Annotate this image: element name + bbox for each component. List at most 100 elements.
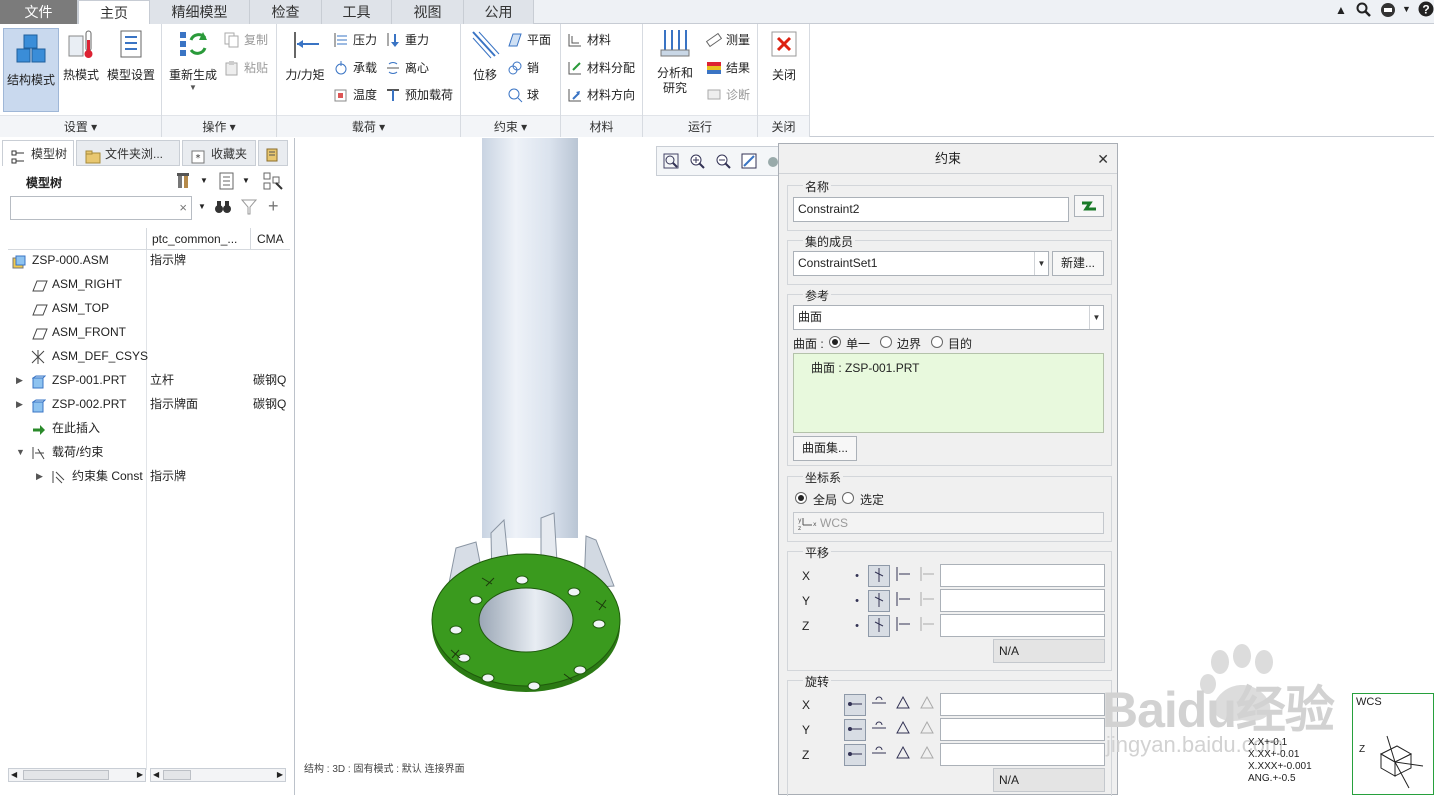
- results-button[interactable]: 结果: [706, 58, 750, 78]
- material-orientation-button[interactable]: 材料方向: [567, 85, 635, 105]
- translation-x-free-icon[interactable]: •: [846, 565, 868, 587]
- translation-y-prescribed-icon[interactable]: [892, 590, 914, 612]
- close-button[interactable]: 关闭: [764, 28, 804, 83]
- show-dropdown-icon[interactable]: ▼: [242, 176, 250, 185]
- binoculars-icon[interactable]: [214, 198, 232, 216]
- pin-constraint-button[interactable]: 销: [507, 58, 539, 78]
- tab-home[interactable]: 主页: [78, 0, 150, 25]
- gravity-button[interactable]: 重力: [385, 30, 429, 50]
- bearing-button[interactable]: 承载: [333, 58, 377, 78]
- tree-hscrollbar-left[interactable]: ◀ ▶: [8, 768, 146, 782]
- repaint-icon[interactable]: [741, 153, 757, 169]
- search-dropdown-icon[interactable]: ▼: [198, 202, 206, 211]
- reference-item[interactable]: 曲面 : ZSP-001.PRT: [811, 359, 919, 376]
- collapse-arrow-icon[interactable]: ▼: [16, 440, 28, 464]
- tree-row-asm-def-csys[interactable]: ASM_DEF_CSYS: [0, 344, 288, 368]
- group-operations-label[interactable]: 操作 ▾: [162, 115, 276, 137]
- pressure-button[interactable]: 压力: [333, 30, 377, 50]
- rotation-y-free-icon[interactable]: [844, 719, 866, 741]
- copy-button[interactable]: 复制: [224, 30, 268, 50]
- tree-row-zsp-002[interactable]: ▶ ZSP-002.PRT 指示牌面 碳钢Q: [0, 392, 288, 416]
- paste-button[interactable]: 粘贴: [224, 58, 268, 78]
- translation-z-free-icon[interactable]: •: [846, 615, 868, 637]
- tab-inspect[interactable]: 检查: [250, 0, 322, 24]
- tree-row-asm-front[interactable]: ASM_FRONT: [0, 320, 288, 344]
- tab-refine-model[interactable]: 精细模型: [150, 0, 250, 24]
- expand-arrow-icon[interactable]: ▶: [16, 368, 28, 392]
- rotation-x-function-icon[interactable]: [916, 694, 938, 716]
- tab-view[interactable]: 视图: [392, 0, 464, 24]
- settings-dropdown-icon[interactable]: ▼: [200, 176, 208, 185]
- rotation-z-fixed-icon[interactable]: [868, 744, 890, 766]
- rotation-z-prescribed-icon[interactable]: [892, 744, 914, 766]
- clear-search-icon[interactable]: ×: [179, 200, 187, 215]
- measure-button[interactable]: 测量: [705, 30, 750, 50]
- translation-z-input[interactable]: [940, 614, 1105, 637]
- tree-row-asm-right[interactable]: ASM_RIGHT: [0, 272, 288, 296]
- zoom-out-icon[interactable]: [715, 153, 731, 169]
- tree-filter-icon[interactable]: [262, 171, 284, 191]
- settings-tools-icon[interactable]: [176, 172, 194, 190]
- rotation-x-input[interactable]: [940, 693, 1105, 716]
- thermal-mode-button[interactable]: 热模式: [60, 28, 102, 83]
- tab-layer[interactable]: [258, 140, 288, 166]
- tree-row-insert-here[interactable]: 在此插入: [0, 416, 288, 440]
- material-button[interactable]: 材料: [567, 30, 611, 50]
- column-ptc-common[interactable]: ptc_common_...: [152, 232, 237, 246]
- surface-set-button[interactable]: 曲面集...: [793, 436, 857, 461]
- new-set-button[interactable]: 新建...: [1052, 251, 1104, 276]
- plane-constraint-button[interactable]: 平面: [507, 30, 551, 50]
- radio-intent[interactable]: [931, 336, 943, 348]
- translation-x-input[interactable]: [940, 564, 1105, 587]
- group-loads-label[interactable]: 载荷 ▾: [277, 115, 460, 137]
- temperature-button[interactable]: 温度: [333, 85, 377, 105]
- translation-z-fixed-icon[interactable]: [868, 615, 890, 637]
- preload-button[interactable]: 预加载荷: [385, 85, 453, 105]
- rotation-x-prescribed-icon[interactable]: [892, 694, 914, 716]
- search-icon[interactable]: [1356, 2, 1372, 18]
- diagnose-button[interactable]: 诊断: [706, 85, 750, 105]
- tab-file[interactable]: 文件: [0, 0, 78, 24]
- rotation-x-free-icon[interactable]: [844, 694, 866, 716]
- centrifugal-button[interactable]: 离心: [385, 58, 429, 78]
- analysis-studies-button[interactable]: 分析和研究: [647, 28, 703, 96]
- rotation-y-prescribed-icon[interactable]: [892, 719, 914, 741]
- rotation-z-free-icon[interactable]: [844, 744, 866, 766]
- tab-model-tree[interactable]: 模型树: [2, 140, 74, 166]
- tree-row-asm-top[interactable]: ASM_TOP: [0, 296, 288, 320]
- translation-y-fixed-icon[interactable]: [868, 590, 890, 612]
- community-icon[interactable]: [1380, 2, 1398, 18]
- tab-tools[interactable]: 工具: [322, 0, 392, 24]
- translation-y-function-icon[interactable]: [916, 590, 938, 612]
- reference-collector[interactable]: 曲面 : ZSP-001.PRT: [793, 353, 1104, 433]
- add-column-icon[interactable]: +: [268, 196, 279, 217]
- csys-collector[interactable]: yz x WCS: [793, 512, 1104, 534]
- name-color-button[interactable]: [1074, 195, 1104, 217]
- translation-z-prescribed-icon[interactable]: [892, 615, 914, 637]
- tree-row-loads-constraints[interactable]: ▼ 载荷/约束: [0, 440, 288, 464]
- translation-x-fixed-icon[interactable]: [868, 565, 890, 587]
- translation-z-function-icon[interactable]: [916, 615, 938, 637]
- force-moment-button[interactable]: 力/力矩: [281, 28, 329, 83]
- rotation-z-function-icon[interactable]: [916, 744, 938, 766]
- tab-folder-browser[interactable]: 文件夹浏...: [76, 140, 180, 166]
- translation-y-free-icon[interactable]: •: [846, 590, 868, 612]
- expand-arrow-icon[interactable]: ▶: [16, 392, 28, 416]
- radio-single[interactable]: [829, 336, 841, 348]
- group-constraints-label[interactable]: 约束 ▾: [461, 115, 560, 137]
- tree-show-icon[interactable]: [218, 172, 236, 190]
- name-input[interactable]: Constraint2: [793, 197, 1069, 222]
- dialog-close-icon[interactable]: ✕: [1097, 144, 1109, 174]
- radio-selected[interactable]: [842, 492, 854, 504]
- chevron-down-icon[interactable]: ▼: [1089, 306, 1103, 329]
- translation-y-input[interactable]: [940, 589, 1105, 612]
- radio-global[interactable]: [795, 492, 807, 504]
- displacement-button[interactable]: 位移: [465, 28, 505, 83]
- group-settings-label[interactable]: 设置 ▾: [0, 115, 161, 137]
- translation-x-prescribed-icon[interactable]: [892, 565, 914, 587]
- tree-row-constraint-set[interactable]: ▶ 约束集 Const 指示牌: [0, 464, 288, 488]
- collapse-ribbon-icon[interactable]: ▲: [1335, 3, 1351, 19]
- material-assignment-button[interactable]: 材料分配: [567, 58, 635, 78]
- tab-favorites[interactable]: * 收藏夹: [182, 140, 256, 166]
- zoom-in-icon[interactable]: [689, 153, 705, 169]
